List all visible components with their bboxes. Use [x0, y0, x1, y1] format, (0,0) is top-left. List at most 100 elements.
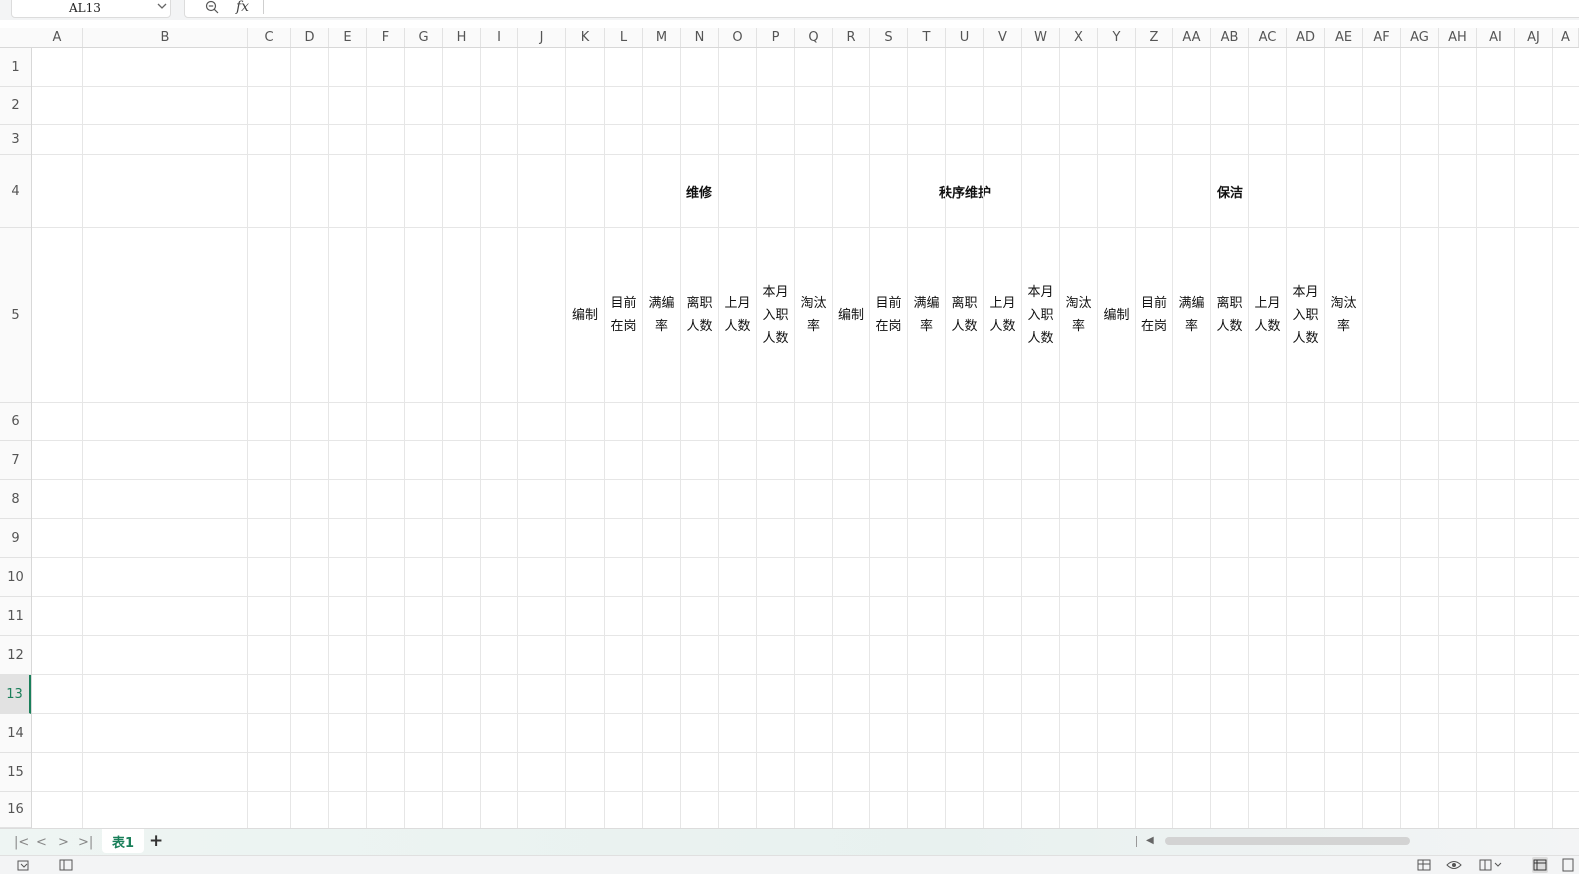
column-header-o[interactable]: O	[719, 28, 757, 47]
prev-sheet-icon[interactable]: <	[36, 835, 47, 850]
fx-icon[interactable]: fx	[236, 0, 249, 15]
column-label[interactable]: 满编 率	[1172, 227, 1211, 403]
sheet-grid[interactable]: 维修 编制 目前 在岗 满编 率离职 人数 上月 人数 本月 入职 人数 淘汰 率秩序维护编…	[32, 48, 1579, 828]
column-header-c[interactable]: C	[248, 28, 291, 47]
grid-vline	[517, 48, 518, 828]
column-label[interactable]: 离职 人数	[1210, 227, 1249, 403]
column-header-k[interactable]: K	[566, 28, 605, 47]
column-label[interactable]: 淘汰 率	[1324, 227, 1363, 403]
column-header-n[interactable]: N	[681, 28, 719, 47]
column-label[interactable]: 编制	[832, 227, 870, 403]
column-header-ab[interactable]: AB	[1211, 28, 1249, 47]
row-header-9[interactable]: 9	[0, 519, 31, 558]
outline-icon[interactable]	[58, 857, 74, 873]
column-header-x[interactable]: X	[1060, 28, 1098, 47]
column-header-l[interactable]: L	[605, 28, 643, 47]
row-header-12[interactable]: 12	[0, 636, 31, 675]
column-header-f[interactable]: F	[367, 28, 405, 47]
first-sheet-icon[interactable]: |<	[14, 835, 29, 850]
column-header-r[interactable]: R	[833, 28, 870, 47]
row-header-2[interactable]: 2	[0, 87, 31, 125]
chevron-down-icon[interactable]	[156, 0, 168, 12]
column-header-af[interactable]: AF	[1363, 28, 1401, 47]
page-view-icon[interactable]	[1560, 857, 1576, 873]
row-header-3[interactable]: 3	[0, 125, 31, 155]
row-header-14[interactable]: 14	[0, 714, 31, 753]
column-label[interactable]: 上月 人数	[983, 227, 1022, 403]
column-label[interactable]: 离职 人数	[680, 227, 719, 403]
row-header-1[interactable]: 1	[0, 48, 31, 87]
column-header-w[interactable]: W	[1022, 28, 1060, 47]
scroll-left-icon[interactable]: ◀	[1146, 835, 1154, 846]
freeze-pane-icon[interactable]	[1478, 857, 1504, 873]
column-label[interactable]: 编制	[1097, 227, 1136, 403]
name-box[interactable]: AL13	[11, 0, 171, 18]
column-header-ae[interactable]: AE	[1325, 28, 1363, 47]
row-header-16[interactable]: 16	[0, 792, 31, 828]
column-header-aj[interactable]: AJ	[1515, 28, 1553, 47]
zoom-out-icon[interactable]	[205, 0, 221, 14]
horizontal-scrollbar[interactable]	[1165, 837, 1410, 845]
column-header-j[interactable]: J	[518, 28, 566, 47]
row-header-8[interactable]: 8	[0, 480, 31, 519]
column-label[interactable]: 本月 入职 人数	[756, 227, 795, 403]
next-sheet-icon[interactable]: >	[58, 835, 69, 850]
column-header-ai[interactable]: AI	[1477, 28, 1515, 47]
sheet-tab-active[interactable]: 表1	[102, 829, 144, 853]
column-header-v[interactable]: V	[984, 28, 1022, 47]
column-header-ad[interactable]: AD	[1287, 28, 1325, 47]
row-header-6[interactable]: 6	[0, 403, 31, 441]
column-label[interactable]: 本月 入职 人数	[1286, 227, 1325, 403]
table-view-icon[interactable]	[1416, 857, 1432, 873]
row-header-4[interactable]: 4	[0, 155, 31, 228]
column-header-i[interactable]: I	[481, 28, 518, 47]
column-label[interactable]: 目前 在岗	[604, 227, 643, 403]
column-label[interactable]: 目前 在岗	[1135, 227, 1173, 403]
group-header[interactable]: 维修	[565, 154, 833, 228]
column-header-y[interactable]: Y	[1098, 28, 1136, 47]
column-header-ac[interactable]: AC	[1249, 28, 1287, 47]
column-label[interactable]: 满编 率	[907, 227, 946, 403]
column-header-q[interactable]: Q	[795, 28, 833, 47]
column-header-t[interactable]: T	[908, 28, 946, 47]
row-header-10[interactable]: 10	[0, 558, 31, 597]
column-header-aa[interactable]: AA	[1173, 28, 1211, 47]
column-header-m[interactable]: M	[643, 28, 681, 47]
column-header-g[interactable]: G	[405, 28, 443, 47]
column-label[interactable]: 上月 人数	[1248, 227, 1287, 403]
column-label[interactable]: 淘汰 率	[794, 227, 833, 403]
normal-view-icon[interactable]	[1532, 857, 1548, 873]
column-header-ah[interactable]: AH	[1439, 28, 1477, 47]
column-header-z[interactable]: Z	[1136, 28, 1173, 47]
formula-input[interactable]	[184, 0, 1579, 18]
column-header-d[interactable]: D	[291, 28, 329, 47]
grid-vline	[1286, 48, 1287, 828]
row-header-7[interactable]: 7	[0, 441, 31, 480]
column-header-p[interactable]: P	[757, 28, 795, 47]
column-header-ag[interactable]: AG	[1401, 28, 1439, 47]
row-header-13[interactable]: 13	[0, 675, 31, 714]
column-header-b[interactable]: B	[83, 28, 248, 47]
eye-icon[interactable]	[1446, 857, 1462, 873]
column-label[interactable]: 目前 在岗	[869, 227, 908, 403]
column-label[interactable]: 上月 人数	[718, 227, 757, 403]
last-sheet-icon[interactable]: >|	[78, 835, 93, 850]
column-label[interactable]: 淘汰 率	[1059, 227, 1098, 403]
column-header-a[interactable]: A	[32, 28, 83, 47]
row-header-11[interactable]: 11	[0, 597, 31, 636]
column-header-s[interactable]: S	[870, 28, 908, 47]
row-header-15[interactable]: 15	[0, 753, 31, 792]
column-label[interactable]: 本月 入职 人数	[1021, 227, 1060, 403]
column-header-a[interactable]: A	[1553, 28, 1579, 47]
row-header-5[interactable]: 5	[0, 228, 31, 403]
column-label[interactable]: 编制	[565, 227, 605, 403]
add-sheet-button[interactable]: +	[149, 831, 163, 851]
macro-icon[interactable]	[16, 857, 32, 873]
column-header-u[interactable]: U	[946, 28, 984, 47]
column-label-text: 满编 率	[913, 296, 940, 334]
column-label[interactable]: 满编 率	[642, 227, 681, 403]
column-label[interactable]: 离职 人数	[945, 227, 984, 403]
scroll-divider	[1136, 836, 1137, 847]
column-header-e[interactable]: E	[329, 28, 367, 47]
column-header-h[interactable]: H	[443, 28, 481, 47]
